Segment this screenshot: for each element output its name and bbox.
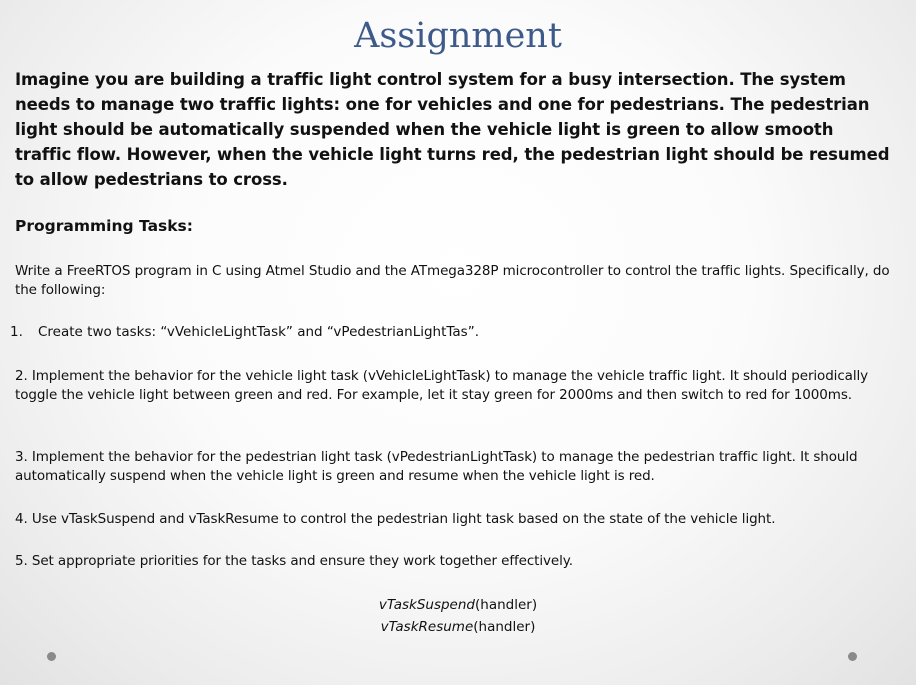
task-intro-paragraph: Write a FreeRTOS program in C using Atme… [15, 263, 890, 298]
task-5: 5. Set appropriate priorities for the ta… [15, 553, 573, 569]
task-1: 1. Create two tasks: “vVehicleLightTask” … [10, 323, 479, 342]
slide-title: Assignment [354, 16, 562, 56]
code-suspend-func: vTaskSuspend [378, 597, 475, 613]
code-suspend-arg: (handler) [475, 597, 538, 613]
code-resume-func: vTaskResume [380, 619, 474, 635]
code-suspend: vTaskSuspend(handler) [0, 595, 916, 615]
section-heading: Programming Tasks: [15, 217, 193, 235]
task-1-text: Create two tasks: “vVehicleLightTask” an… [38, 324, 479, 340]
intro-paragraph: Imagine you are building a traffic light… [15, 70, 890, 189]
task-1-number: 1. [10, 324, 23, 340]
decorative-dot-left [47, 652, 56, 661]
task-4: 4. Use vTaskSuspend and vTaskResume to c… [15, 511, 776, 527]
decorative-dot-right [848, 652, 857, 661]
code-resume: vTaskResume(handler) [0, 617, 916, 637]
task-2: 2. Implement the behavior for the vehicl… [15, 368, 869, 403]
task-3: 3. Implement the behavior for the pedest… [15, 449, 858, 484]
code-resume-arg: (handler) [473, 619, 536, 635]
